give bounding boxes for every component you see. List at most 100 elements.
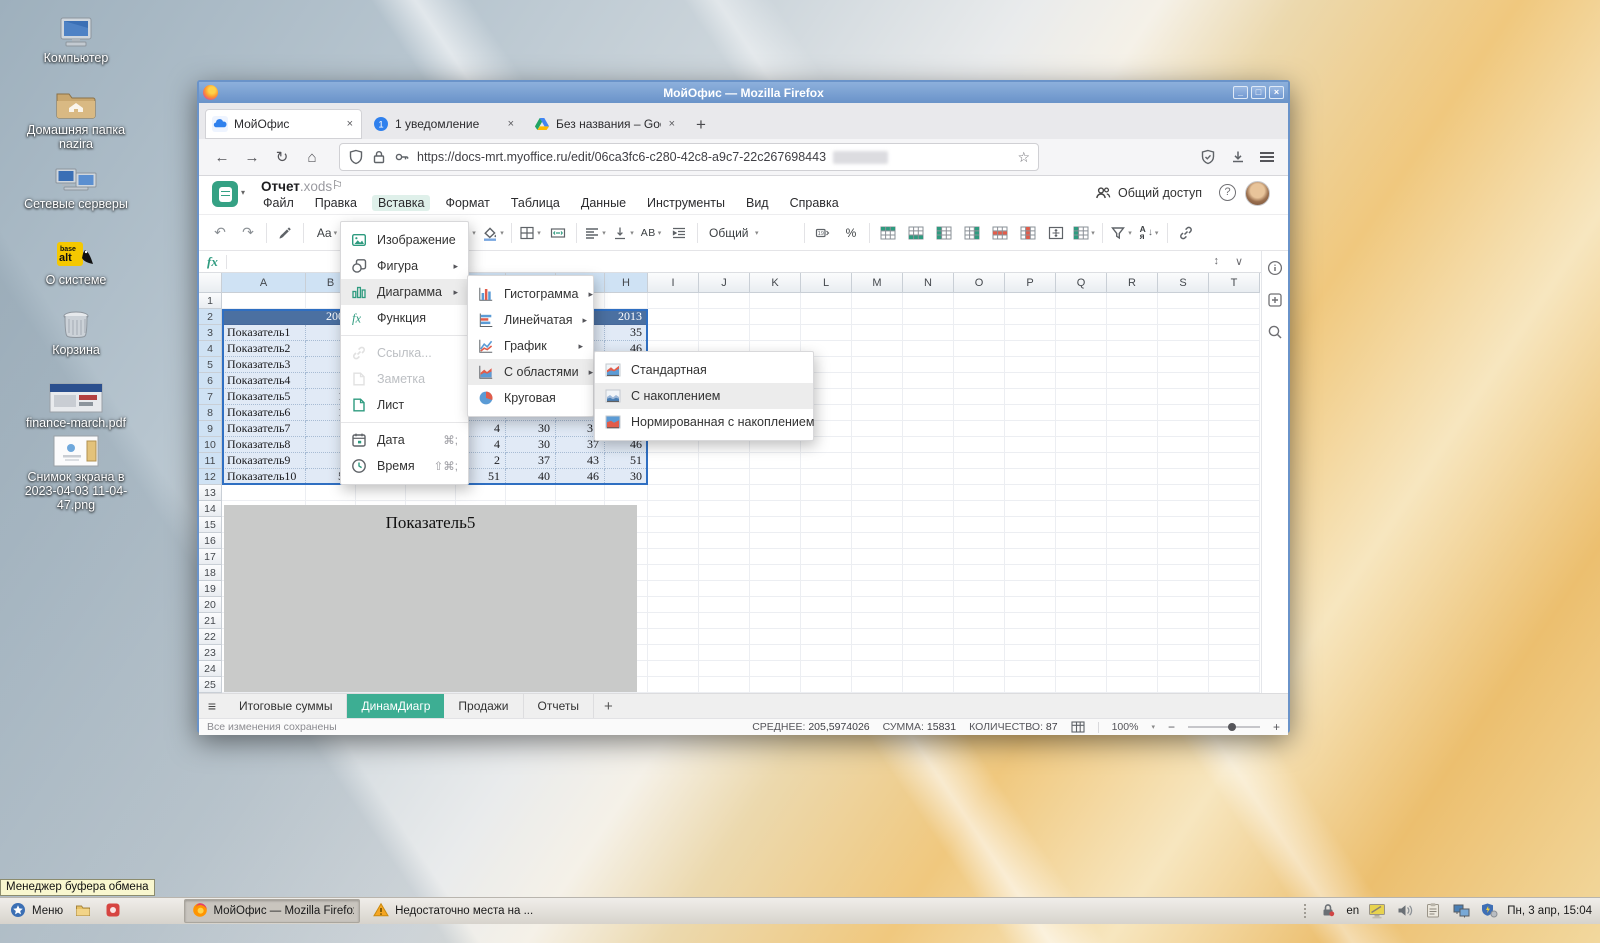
- cell-M1[interactable]: [852, 293, 903, 309]
- cell-R9[interactable]: [1107, 421, 1158, 437]
- cell-K24[interactable]: [750, 661, 801, 677]
- cell-S9[interactable]: [1158, 421, 1209, 437]
- cell-K3[interactable]: [750, 325, 801, 341]
- chart-menu-item-bar-chart[interactable]: Линейчатая▸: [468, 307, 593, 333]
- cell-K16[interactable]: [750, 533, 801, 549]
- cell-P25[interactable]: [1005, 677, 1056, 693]
- cell-J20[interactable]: [699, 597, 750, 613]
- cell-O6[interactable]: [954, 373, 1005, 389]
- cell-O15[interactable]: [954, 517, 1005, 533]
- format-painter-button[interactable]: [272, 220, 298, 246]
- minimize-button[interactable]: _: [1233, 86, 1248, 99]
- cell-I1[interactable]: [648, 293, 699, 309]
- cell-A11[interactable]: Показатель9: [222, 453, 306, 469]
- insert-column-right-button[interactable]: [959, 220, 985, 246]
- cell-P6[interactable]: [1005, 373, 1056, 389]
- cell-I23[interactable]: [648, 645, 699, 661]
- cell-P5[interactable]: [1005, 357, 1056, 373]
- cell-J14[interactable]: [699, 501, 750, 517]
- cell-R7[interactable]: [1107, 389, 1158, 405]
- cell-N21[interactable]: [903, 613, 954, 629]
- cell-J22[interactable]: [699, 629, 750, 645]
- cell-J23[interactable]: [699, 645, 750, 661]
- app-launcher-button[interactable]: [98, 900, 128, 922]
- cell-T18[interactable]: [1209, 565, 1260, 581]
- cell-T15[interactable]: [1209, 517, 1260, 533]
- cell-O13[interactable]: [954, 485, 1005, 501]
- cell-A7[interactable]: Показатель5: [222, 389, 306, 405]
- cell-O17[interactable]: [954, 549, 1005, 565]
- row-header-18[interactable]: 18: [199, 565, 222, 581]
- cell-T9[interactable]: [1209, 421, 1260, 437]
- cell-S24[interactable]: [1158, 661, 1209, 677]
- cell-P23[interactable]: [1005, 645, 1056, 661]
- insert-row-below-button[interactable]: [903, 220, 929, 246]
- cell-N16[interactable]: [903, 533, 954, 549]
- cell-I17[interactable]: [648, 549, 699, 565]
- cell-O4[interactable]: [954, 341, 1005, 357]
- cell-T12[interactable]: [1209, 469, 1260, 485]
- row-header-13[interactable]: 13: [199, 485, 222, 501]
- cell-M6[interactable]: [852, 373, 903, 389]
- chart-placeholder[interactable]: Показатель5: [224, 505, 637, 692]
- cell-K12[interactable]: [750, 469, 801, 485]
- expand-formula-bar-icon[interactable]: ↕: [1213, 255, 1219, 268]
- cell-Q9[interactable]: [1056, 421, 1107, 437]
- cell-R4[interactable]: [1107, 341, 1158, 357]
- cell-I20[interactable]: [648, 597, 699, 613]
- cell-J11[interactable]: [699, 453, 750, 469]
- cell-P21[interactable]: [1005, 613, 1056, 629]
- cell-O22[interactable]: [954, 629, 1005, 645]
- cell-M21[interactable]: [852, 613, 903, 629]
- cell-I24[interactable]: [648, 661, 699, 677]
- cell-O2[interactable]: [954, 309, 1005, 325]
- cell-H2[interactable]: 2013: [605, 309, 648, 325]
- cell-O14[interactable]: [954, 501, 1005, 517]
- row-header-12[interactable]: 12: [199, 469, 222, 485]
- cell-T20[interactable]: [1209, 597, 1260, 613]
- app-icon-caret[interactable]: ▾: [241, 188, 245, 197]
- percent-button[interactable]: %: [838, 220, 864, 246]
- cell-S3[interactable]: [1158, 325, 1209, 341]
- insert-column-left-button[interactable]: [931, 220, 957, 246]
- row-header-6[interactable]: 6: [199, 373, 222, 389]
- freeze-panes-button[interactable]: ▾: [1071, 220, 1097, 246]
- cell-R8[interactable]: [1107, 405, 1158, 421]
- cell-L17[interactable]: [801, 549, 852, 565]
- cell-M9[interactable]: [852, 421, 903, 437]
- cell-M4[interactable]: [852, 341, 903, 357]
- cell-L25[interactable]: [801, 677, 852, 693]
- cell-N22[interactable]: [903, 629, 954, 645]
- cell-P22[interactable]: [1005, 629, 1056, 645]
- share-access-button[interactable]: Общий доступ: [1095, 185, 1202, 201]
- cell-P7[interactable]: [1005, 389, 1056, 405]
- cell-K11[interactable]: [750, 453, 801, 469]
- cell-M2[interactable]: [852, 309, 903, 325]
- cell-P9[interactable]: [1005, 421, 1056, 437]
- cell-O21[interactable]: [954, 613, 1005, 629]
- cell-P3[interactable]: [1005, 325, 1056, 341]
- cell-H1[interactable]: [605, 293, 648, 309]
- cell-O3[interactable]: [954, 325, 1005, 341]
- cell-L12[interactable]: [801, 469, 852, 485]
- insert-menu-item-function[interactable]: fxФункция: [341, 305, 468, 331]
- cell-O18[interactable]: [954, 565, 1005, 581]
- cell-B13[interactable]: [306, 485, 356, 501]
- cell-S5[interactable]: [1158, 357, 1209, 373]
- cell-P24[interactable]: [1005, 661, 1056, 677]
- cell-I13[interactable]: [648, 485, 699, 501]
- zoom-slider[interactable]: [1188, 726, 1260, 728]
- cell-P20[interactable]: [1005, 597, 1056, 613]
- cell-P14[interactable]: [1005, 501, 1056, 517]
- cell-M14[interactable]: [852, 501, 903, 517]
- sheet-tab-4[interactable]: Отчеты: [524, 694, 594, 718]
- cell-A6[interactable]: Показатель4: [222, 373, 306, 389]
- cell-K18[interactable]: [750, 565, 801, 581]
- cell-L21[interactable]: [801, 613, 852, 629]
- cell-R16[interactable]: [1107, 533, 1158, 549]
- row-header-2[interactable]: 2: [199, 309, 222, 325]
- desktop-icon-screenshot-file[interactable]: Снимок экрана в 2023-04-03 11-04-47.png: [18, 433, 134, 512]
- cell-T24[interactable]: [1209, 661, 1260, 677]
- app-menu-правка[interactable]: Правка: [309, 195, 363, 211]
- cell-R5[interactable]: [1107, 357, 1158, 373]
